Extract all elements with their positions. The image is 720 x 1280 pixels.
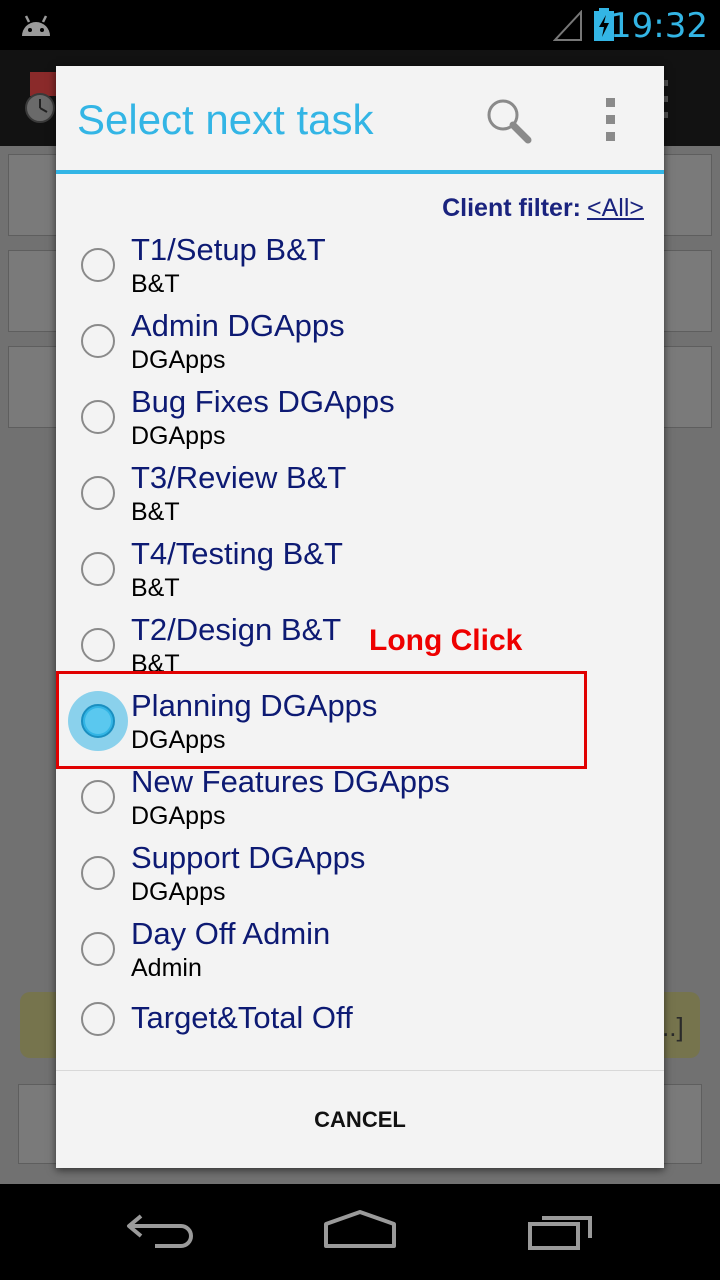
cancel-button[interactable]: CANCEL [56,1072,664,1168]
task-title: T1/Setup B&T [131,232,326,267]
signal-icon [552,9,583,47]
task-row[interactable]: New Features DGApps DGApps [56,764,664,840]
clock-time: 19:32 [610,6,708,46]
task-title: T4/Testing B&T [131,536,343,571]
task-client: Admin [131,954,202,982]
radio-button[interactable] [81,248,115,282]
select-task-dialog: Select next task Client filter: <All> T1/… [56,66,664,1168]
task-row[interactable]: Day Off Admin Admin [56,916,664,992]
task-row[interactable]: Admin DGApps DGApps [56,308,664,384]
overflow-menu-icon[interactable] [604,98,618,147]
task-row[interactable]: Target&Total Off [56,992,664,1048]
task-row[interactable]: T4/Testing B&T B&T [56,536,664,612]
task-row[interactable]: T1/Setup B&T B&T [56,232,664,308]
status-bar: 19:32 [0,0,720,50]
task-client: B&T [131,498,180,526]
radio-button[interactable] [81,856,115,890]
radio-button[interactable] [81,552,115,586]
task-title: T2/Design B&T [131,612,342,647]
task-title: Bug Fixes DGApps [131,384,395,419]
radio-button[interactable] [81,1002,115,1036]
radio-button[interactable] [81,400,115,434]
task-row[interactable]: Support DGApps DGApps [56,840,664,916]
client-filter-label: Client filter: [442,194,582,222]
dialog-title: Select next task [77,96,374,143]
task-title: New Features DGApps [131,764,450,799]
android-icon [18,12,54,43]
long-click-annotation: Long Click [369,624,523,657]
back-icon[interactable] [125,1208,195,1261]
task-client: DGApps [131,802,226,830]
task-client: DGApps [131,422,226,450]
task-title: Admin DGApps [131,308,345,343]
search-icon[interactable] [484,96,534,151]
task-client: B&T [131,574,180,602]
radio-button[interactable] [81,628,115,662]
title-divider [56,170,664,174]
task-row[interactable]: T3/Review B&T B&T [56,460,664,536]
button-divider [56,1070,664,1071]
task-title: T3/Review B&T [131,460,347,495]
task-row[interactable]: Bug Fixes DGApps DGApps [56,384,664,460]
task-client: DGApps [131,878,226,906]
client-filter: Client filter: <All> [442,194,644,223]
home-icon[interactable] [322,1208,398,1261]
highlight-box [56,671,587,769]
task-title: Target&Total Off [131,1000,353,1035]
radio-button[interactable] [81,476,115,510]
task-title: Day Off Admin [131,916,331,951]
radio-button[interactable] [81,780,115,814]
navigation-bar [0,1184,720,1280]
recent-apps-icon[interactable] [524,1208,600,1261]
task-client: DGApps [131,346,226,374]
radio-button[interactable] [81,324,115,358]
task-title: Support DGApps [131,840,366,875]
client-filter-link[interactable]: <All> [587,194,644,222]
background-link-fragment: ..] [662,1012,684,1042]
task-client: B&T [131,270,180,298]
radio-button[interactable] [81,932,115,966]
